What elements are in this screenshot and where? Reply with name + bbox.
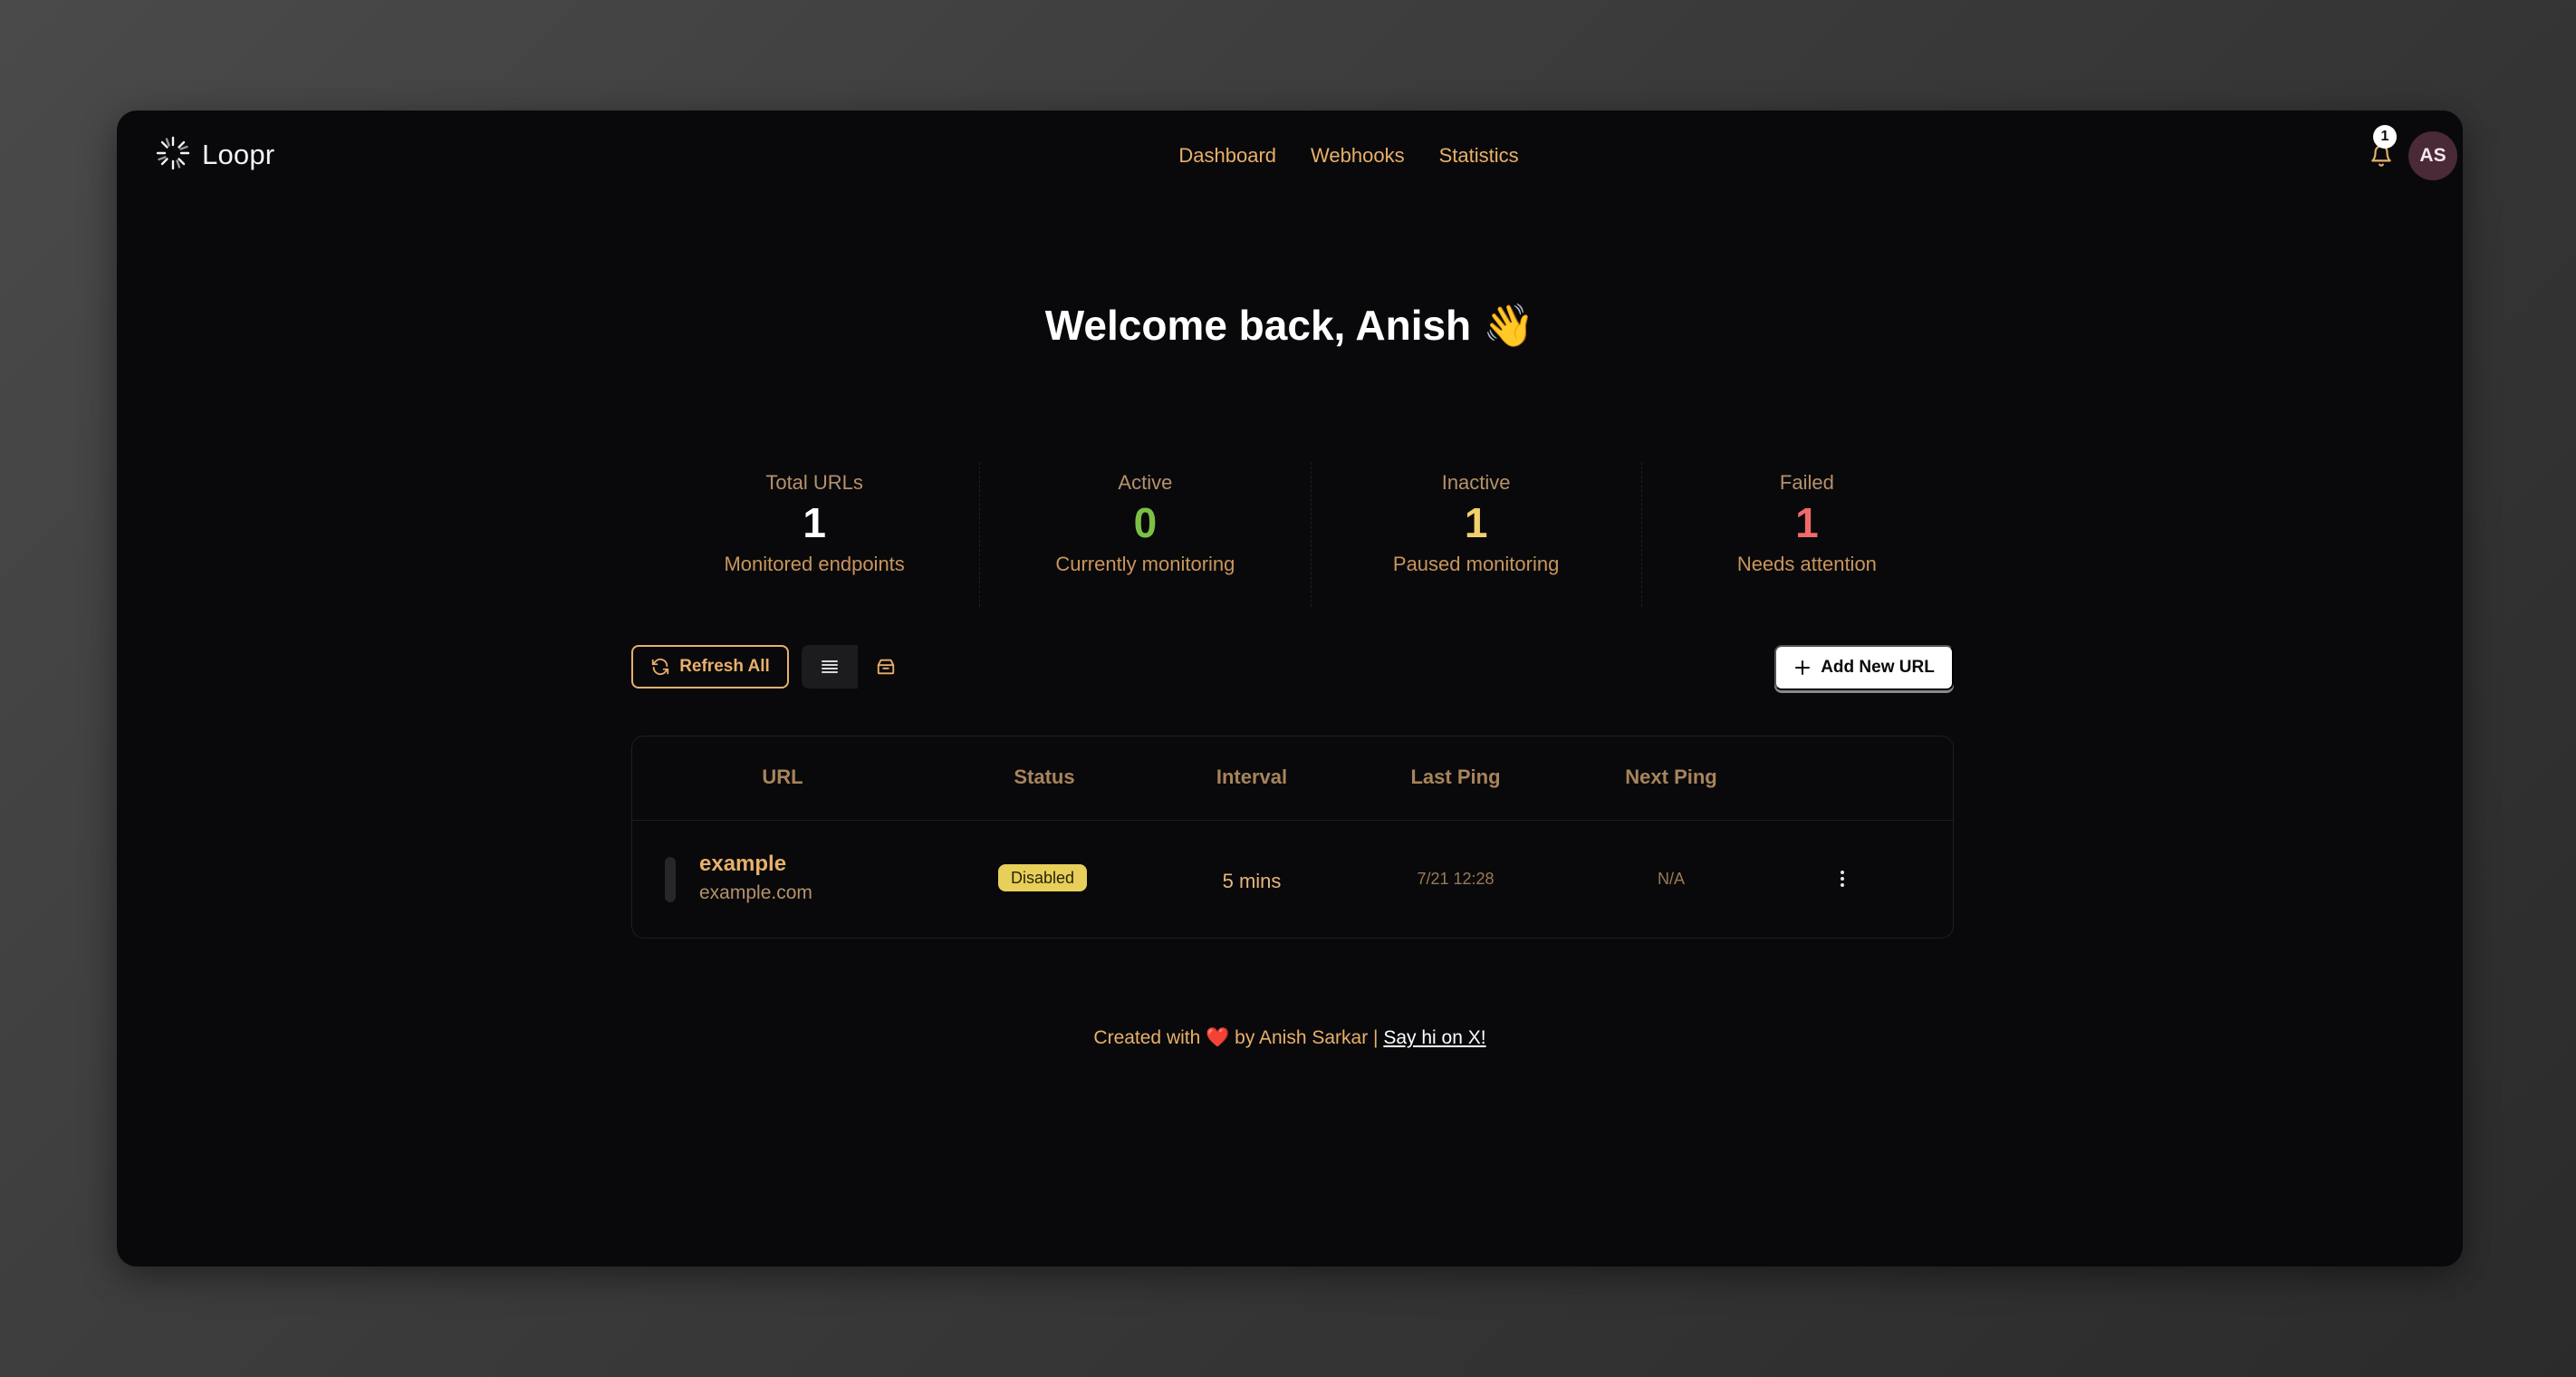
nav-statistics[interactable]: Statistics: [1439, 136, 1519, 176]
table-row[interactable]: example example.com Disabled 5 mins 7/21…: [632, 821, 1953, 939]
app-window: Loopr Dashboard Webhooks Statistics 1 AS…: [117, 111, 2463, 1266]
archive-view-button[interactable]: [858, 645, 914, 688]
list-icon: [822, 660, 838, 673]
refresh-all-button[interactable]: Refresh All: [631, 645, 789, 688]
stat-inactive: Inactive 1 Paused monitoring: [1312, 462, 1642, 607]
url-name[interactable]: example: [699, 852, 786, 877]
notification-badge: 1: [2373, 125, 2397, 149]
stat-failed: Failed 1 Needs attention: [1642, 462, 1972, 607]
column-header-interval: Interval: [1216, 766, 1288, 788]
view-toggle: [802, 645, 914, 688]
status-badge: Disabled: [998, 864, 1088, 891]
more-vertical-icon: [1841, 871, 1844, 887]
stats-summary: Total URLs 1 Monitored endpoints Active …: [649, 462, 1972, 607]
column-header-last-ping: Last Ping: [1410, 766, 1501, 788]
stat-sub: Paused monitoring: [1392, 553, 1560, 575]
stat-value: 0: [1133, 499, 1158, 546]
stat-label: Failed: [1779, 471, 1834, 494]
stat-active: Active 0 Currently monitoring: [980, 462, 1312, 607]
stat-total-urls: Total URLs 1 Monitored endpoints: [649, 462, 981, 607]
url-domain: example.com: [699, 882, 812, 903]
nav-dashboard[interactable]: Dashboard: [1178, 136, 1276, 176]
stat-sub: Currently monitoring: [1055, 553, 1235, 575]
stat-value: 1: [1464, 499, 1488, 546]
footer-author: by Anish Sarkar |: [1235, 1027, 1379, 1048]
table-header: URL Status Interval Last Ping Next Ping: [632, 737, 1953, 821]
main-nav: Dashboard Webhooks Statistics: [117, 136, 2463, 176]
stat-sub: Needs attention: [1736, 553, 1877, 575]
status-indicator-bar: [665, 857, 676, 902]
stat-label: Inactive: [1441, 471, 1511, 494]
column-header-next-ping: Next Ping: [1625, 766, 1717, 788]
interval-value: 5 mins: [1222, 870, 1282, 892]
list-view-button[interactable]: [802, 645, 858, 688]
add-new-url-label: Add New URL: [1821, 658, 1935, 677]
column-header-url: URL: [762, 766, 803, 788]
next-ping-value: N/A: [1657, 870, 1686, 888]
page-title: Welcome back, Anish 👋: [1044, 302, 1535, 349]
refresh-icon: [652, 658, 669, 676]
say-hi-link[interactable]: Say hi on X!: [1383, 1027, 1485, 1048]
row-actions-button[interactable]: [1826, 861, 1859, 897]
stat-value: 1: [1795, 499, 1819, 546]
avatar[interactable]: AS: [2408, 131, 2457, 180]
url-table: URL Status Interval Last Ping Next Ping …: [631, 736, 1954, 939]
add-new-url-button[interactable]: Add New URL: [1774, 645, 1954, 690]
archive-icon: [877, 659, 895, 675]
plus-icon: [1795, 660, 1811, 675]
last-ping-value: 7/21 12:28: [1417, 870, 1495, 888]
footer: Created with ❤️ by Anish Sarkar | Say hi…: [117, 1027, 2463, 1049]
refresh-all-label: Refresh All: [679, 657, 770, 676]
footer-prefix: Created with: [1093, 1027, 1201, 1048]
column-header-status: Status: [1014, 766, 1075, 788]
stat-sub: Monitored endpoints: [724, 553, 905, 575]
nav-webhooks[interactable]: Webhooks: [1311, 136, 1405, 176]
stat-label: Active: [1118, 471, 1173, 494]
heart-icon: ❤️: [1206, 1027, 1230, 1048]
stat-label: Total URLs: [765, 471, 863, 494]
stat-value: 1: [803, 499, 826, 546]
